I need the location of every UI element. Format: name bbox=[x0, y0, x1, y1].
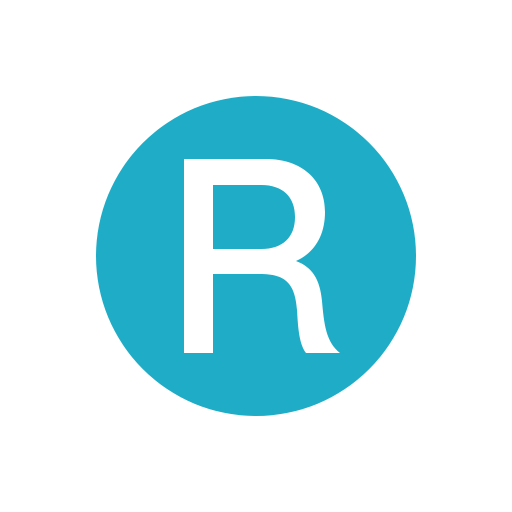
icon-canvas bbox=[0, 0, 512, 512]
app-logo-icon bbox=[96, 96, 416, 416]
letter-r-logo-icon bbox=[96, 96, 416, 416]
